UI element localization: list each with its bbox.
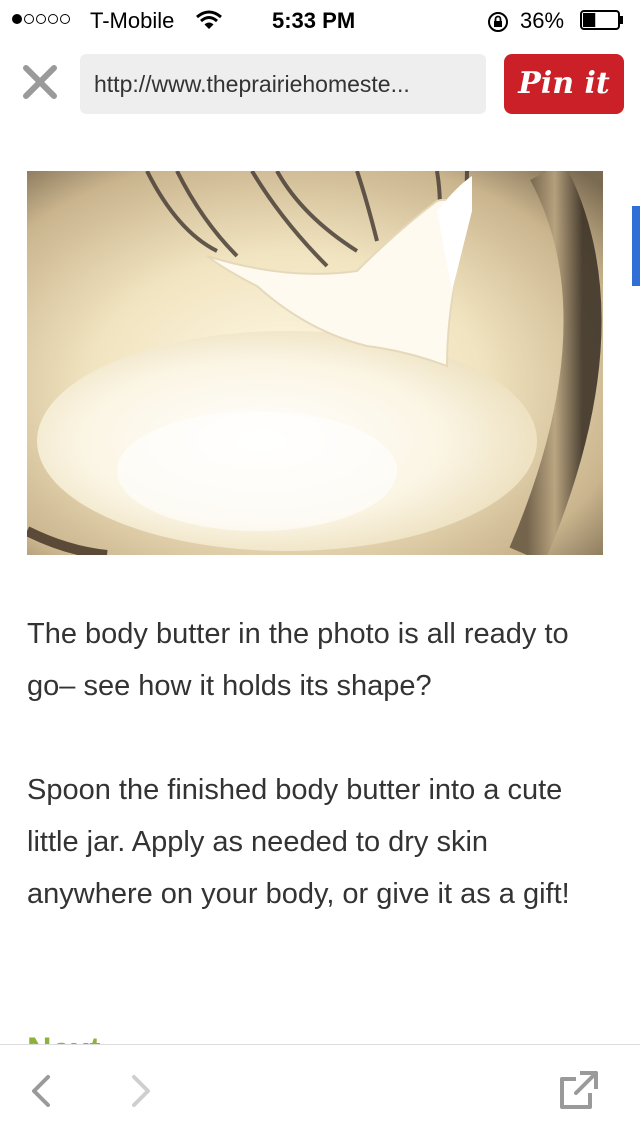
paragraph: The body butter in the photo is all read… (27, 618, 569, 702)
article-photo (27, 171, 603, 555)
close-icon[interactable] (20, 62, 60, 102)
url-field[interactable]: http://www.theprairiehomeste... (80, 54, 486, 114)
browser-header: http://www.theprairiehomeste... Pin it (0, 40, 640, 130)
scroll-indicator (632, 206, 640, 286)
external-link-icon[interactable] (556, 1069, 600, 1113)
status-bar: T-Mobile 5:33 PM 36% (0, 0, 640, 40)
rotation-lock-icon (486, 10, 510, 40)
signal-strength-icon (12, 14, 70, 24)
battery-icon (580, 10, 624, 30)
wifi-icon (196, 10, 222, 36)
carrier-name: T-Mobile (90, 8, 175, 33)
chevron-left-icon[interactable] (20, 1069, 64, 1113)
paragraph: Spoon the finished body butter into a cu… (27, 774, 570, 910)
chevron-right-icon[interactable] (118, 1069, 162, 1113)
article-body: The body butter in the photo is all read… (27, 608, 607, 972)
clock: 5:33 PM (272, 8, 356, 33)
battery-percent: 36% (520, 8, 565, 33)
pin-it-button[interactable]: Pin it (504, 54, 624, 114)
bottom-toolbar (0, 1044, 640, 1137)
